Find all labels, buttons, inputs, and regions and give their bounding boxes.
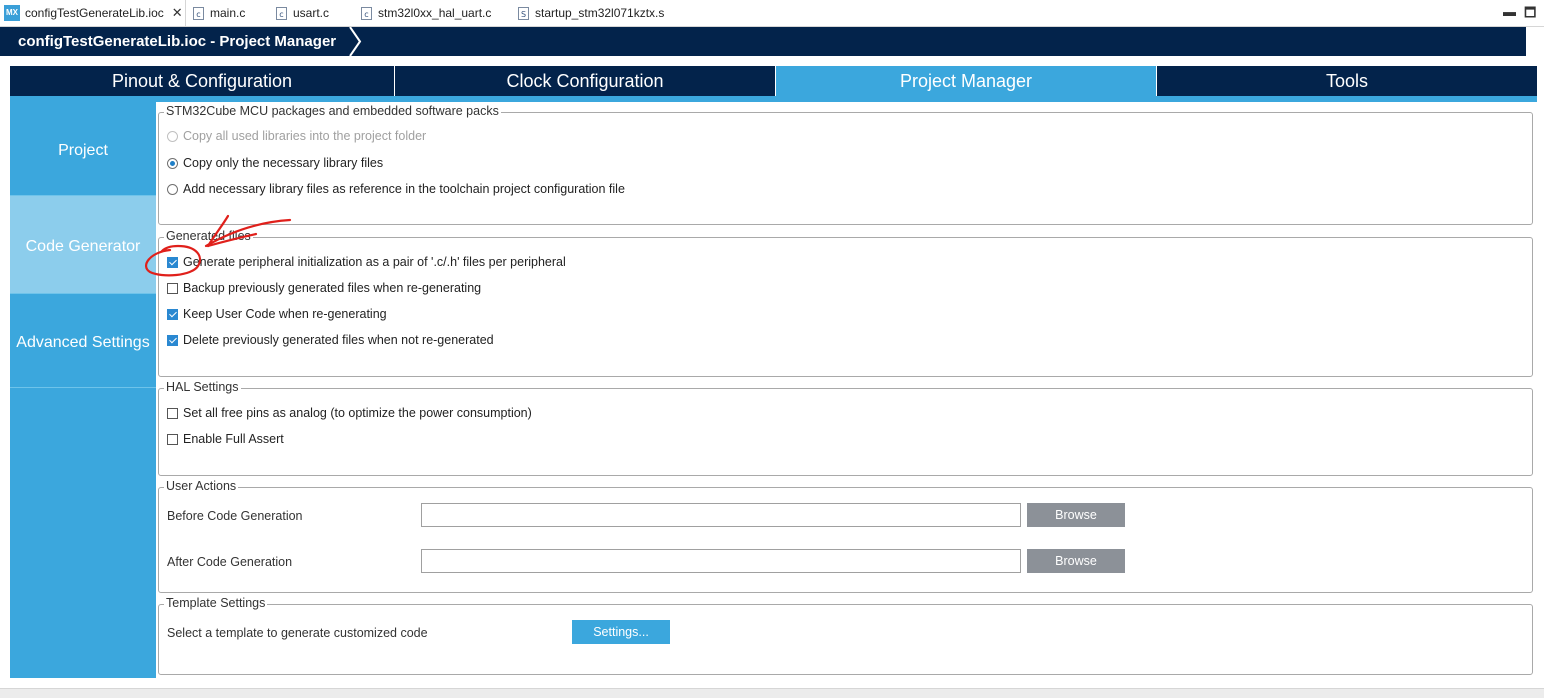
editor-tab-hal-uart-c[interactable]: c stm32l0xx_hal_uart.c [361,0,491,26]
packages-legend: STM32Cube MCU packages and embedded soft… [164,104,501,118]
editor-tab-main-c[interactable]: c main.c [193,0,245,26]
template-settings-label: Select a template to generate customized… [167,626,428,640]
editor-tab-label: configTestGenerateLib.ioc [25,6,164,20]
main-tabs: Pinout & Configuration Clock Configurati… [10,66,1537,96]
code-generator-panel: STM32Cube MCU packages and embedded soft… [156,102,1544,682]
browse-button-before[interactable]: Browse [1027,503,1125,527]
checkbox-generate-peripheral-pair[interactable]: Generate peripheral initialization as a … [167,255,566,269]
radio-copy-necessary-files[interactable]: Copy only the necessary library files [167,156,383,170]
radio-label: Copy all used libraries into the project… [183,129,427,143]
template-settings-group: Template Settings Select a template to g… [158,596,1533,675]
packages-group: STM32Cube MCU packages and embedded soft… [158,104,1533,225]
maximize-icon[interactable]: 🗖 [1524,4,1536,26]
mx-icon: MX [4,5,20,21]
side-nav: Project Code Generator Advanced Settings [10,102,156,678]
checkbox[interactable] [167,256,178,268]
tab-pinout-configuration[interactable]: Pinout & Configuration [10,66,395,96]
radio-copy-all-libraries: Copy all used libraries into the project… [167,129,426,143]
side-nav-code-generator[interactable]: Code Generator [10,196,156,294]
checkbox-label: Backup previously generated files when r… [183,281,482,295]
tab-tools[interactable]: Tools [1157,66,1537,96]
radio-label: Add necessary library files as reference… [183,182,625,196]
radio-add-as-reference[interactable]: Add necessary library files as reference… [167,182,625,196]
after-code-generation-input[interactable] [421,549,1021,573]
side-nav-project[interactable]: Project [10,102,156,196]
checkbox-label: Delete previously generated files when n… [183,333,494,347]
side-nav-advanced-settings[interactable]: Advanced Settings [10,294,156,388]
checkbox-backup-files[interactable]: Backup previously generated files when r… [167,281,481,295]
tab-clock-configuration[interactable]: Clock Configuration [395,66,776,96]
breadcrumb-bar: configTestGenerateLib.ioc - Project Mana… [0,27,1544,56]
browse-button-after[interactable]: Browse [1027,549,1125,573]
editor-tab-ioc[interactable]: MX configTestGenerateLib.ioc ✕ [0,0,186,26]
checkbox-label: Keep User Code when re-generating [183,307,387,321]
before-code-generation-input[interactable] [421,503,1021,527]
checkbox[interactable] [167,308,178,320]
editor-tab-strip: MX configTestGenerateLib.ioc ✕ c main.c … [0,0,1544,27]
generated-files-group: Generated files Generate peripheral init… [158,229,1533,377]
tab-project-manager[interactable]: Project Manager [776,66,1157,96]
before-code-generation-label: Before Code Generation [167,509,303,523]
checkbox[interactable] [167,282,178,294]
hal-settings-group: HAL Settings Set all free pins as analog… [158,380,1533,476]
radio-label: Copy only the necessary library files [183,156,384,170]
settings-button[interactable]: Settings... [572,620,670,644]
c-file-icon: c [361,6,372,20]
checkbox-label: Generate peripheral initialization as a … [183,255,566,269]
user-actions-group: User Actions Before Code Generation Brow… [158,479,1533,593]
s-file-icon: S [518,6,529,20]
editor-tab-startup-s[interactable]: S startup_stm32l071kztx.s [518,0,664,26]
checkbox-keep-user-code[interactable]: Keep User Code when re-generating [167,307,387,321]
generated-files-legend: Generated files [164,229,253,243]
editor-tab-label: usart.c [293,6,330,20]
editor-tab-usart-c[interactable]: c usart.c [276,0,329,26]
editor-tab-label: stm32l0xx_hal_uart.c [378,6,492,20]
editor-tab-label: main.c [210,6,246,20]
editor-tab-label: startup_stm32l071kztx.s [535,6,665,20]
checkbox[interactable] [167,433,178,445]
minimize-icon[interactable]: ▬ [1503,4,1516,19]
after-code-generation-label: After Code Generation [167,555,293,569]
checkbox-delete-previous-files[interactable]: Delete previously generated files when n… [167,333,494,347]
breadcrumb-chevron-icon [349,27,362,56]
breadcrumb-label: configTestGenerateLib.ioc - Project Mana… [18,33,337,50]
close-icon[interactable]: ✕ [172,5,183,21]
c-file-icon: c [276,6,287,20]
checkbox[interactable] [167,407,178,419]
radio-button [167,130,178,142]
template-settings-legend: Template Settings [164,596,268,610]
checkbox-free-pins-analog[interactable]: Set all free pins as analog (to optimize… [167,406,532,420]
checkbox-label: Set all free pins as analog (to optimize… [183,406,532,420]
c-file-icon: c [193,6,204,20]
checkbox-enable-full-assert[interactable]: Enable Full Assert [167,432,284,446]
checkbox-label: Enable Full Assert [183,432,284,446]
checkbox[interactable] [167,334,178,346]
breadcrumb: configTestGenerateLib.ioc - Project Mana… [0,27,1526,56]
radio-button[interactable] [167,157,178,169]
user-actions-legend: User Actions [164,479,239,493]
hal-settings-legend: HAL Settings [164,380,241,394]
radio-button[interactable] [167,183,178,195]
